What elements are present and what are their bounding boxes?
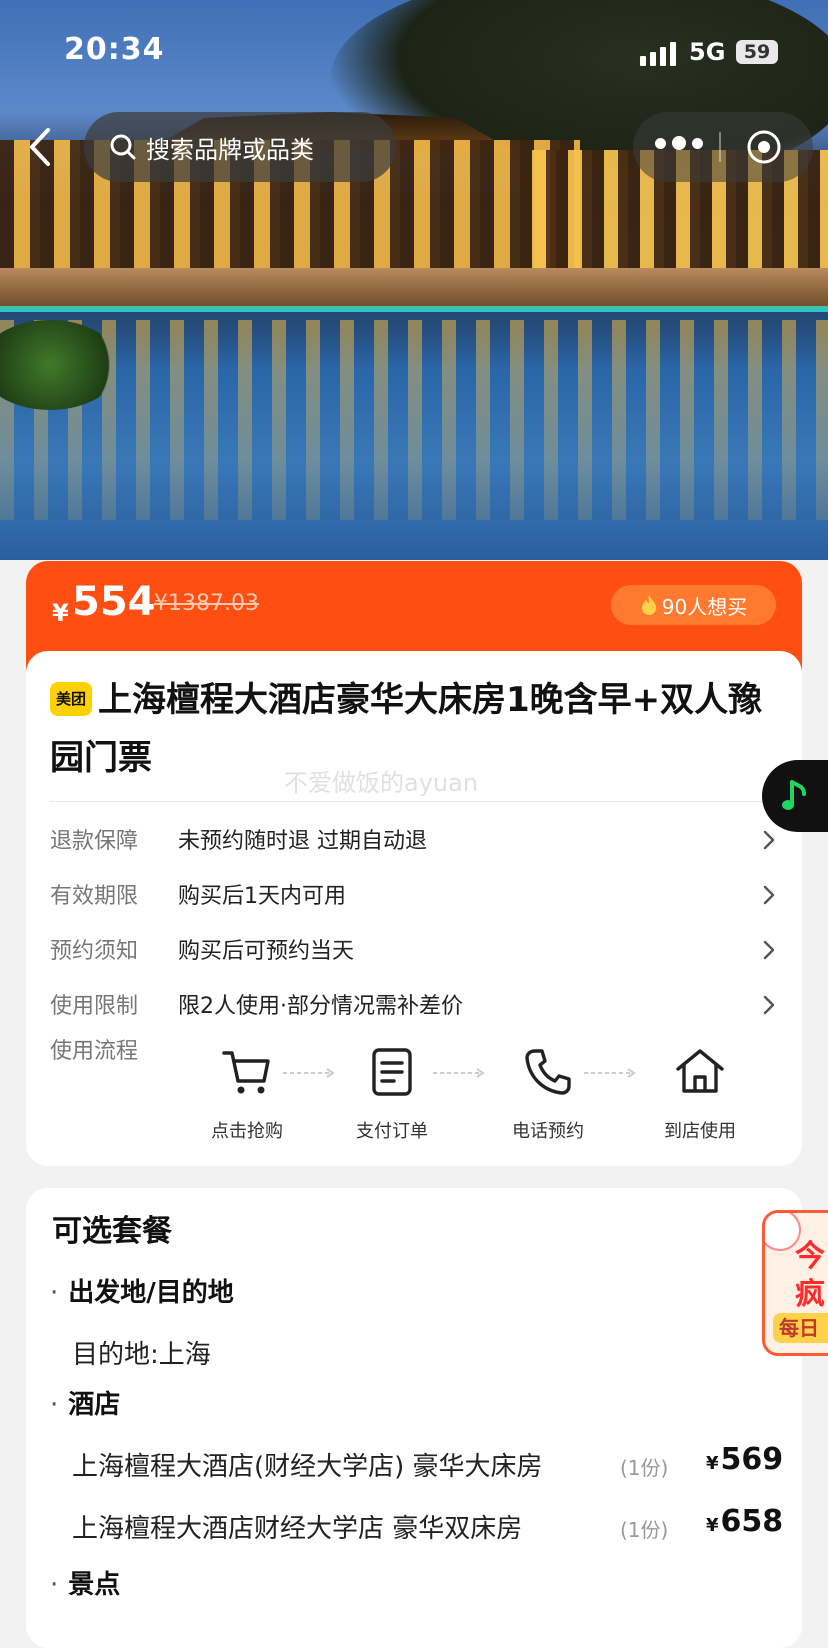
document-icon (372, 1048, 412, 1096)
info-label: 预约须知 (50, 939, 139, 964)
package-item-price: ¥658 (706, 1504, 784, 1539)
package-item-price: ¥569 (706, 1442, 784, 1477)
section-origin-destination: · 出发地/目的地 (50, 1278, 234, 1308)
chevron-right-icon (763, 830, 775, 850)
package-heading: 可选套餐 (52, 1214, 172, 1249)
search-icon (110, 134, 136, 160)
watermark-text: 不爱做饭的ayuan (284, 769, 479, 797)
mini-program-capsule[interactable] (633, 112, 813, 182)
info-value: 限2人使用·部分情况需补差价 (178, 994, 463, 1019)
package-card: 可选套餐 · 出发地/目的地 目的地:上海 · 酒店 上海檀程大酒店(财经大学店) … (26, 1188, 802, 1648)
more-icon[interactable] (655, 136, 703, 150)
flow-arrow-icon (584, 1068, 636, 1078)
music-float-button[interactable] (762, 760, 828, 832)
info-value: 购买后1天内可用 (178, 884, 346, 909)
flow-step-label: 到店使用 (664, 1121, 736, 1142)
package-item-name: 上海檀程大酒店(财经大学店) 豪华大床房 (72, 1452, 543, 1482)
signal-icon (640, 40, 680, 66)
flow-step-label: 支付订单 (356, 1121, 428, 1142)
info-row-restriction[interactable]: 使用限制 限2人使用·部分情况需补差价 (50, 988, 776, 1028)
popularity-text: 90人想买 (661, 594, 748, 619)
original-price: ¥1387.03 (154, 591, 259, 616)
promo-float-banner[interactable]: 今 疯 每日 (762, 1210, 828, 1356)
flow-step-buy: 点击抢购 (192, 1045, 302, 1143)
current-price: 554 (72, 579, 156, 625)
flow-arrow-icon (283, 1068, 335, 1078)
bridge-railing (0, 268, 828, 308)
chevron-right-icon (763, 885, 775, 905)
popularity-badge: 90人想买 (611, 585, 776, 625)
destination-line: 目的地:上海 (72, 1340, 211, 1370)
teal-light-strip (0, 306, 828, 312)
water-reflection (0, 320, 828, 520)
cart-icon (222, 1051, 270, 1094)
promo-text: 疯 (795, 1277, 825, 1312)
close-target-icon[interactable] (746, 129, 782, 165)
brand-badge: 美团 (50, 682, 92, 716)
promo-daily-label: 每日 (773, 1313, 828, 1343)
info-row-refund[interactable]: 退款保障 未预约随时退 过期自动退 (50, 823, 776, 863)
battery-indicator: 59 (736, 40, 778, 64)
music-note-icon (782, 780, 806, 810)
status-bar: 20:34 5G 59 (0, 0, 828, 100)
chevron-right-icon (763, 940, 775, 960)
package-item-qty: (1份) (620, 1456, 669, 1480)
info-label: 使用限制 (50, 994, 139, 1019)
package-item-qty: (1份) (620, 1518, 669, 1542)
network-type: 5G (689, 38, 726, 66)
search-bar[interactable]: 搜索品牌或品类 (84, 112, 396, 182)
phone-icon (525, 1049, 571, 1095)
info-row-validity[interactable]: 有效期限 购买后1天内可用 (50, 878, 776, 918)
home-icon (676, 1049, 724, 1093)
package-item-name: 上海檀程大酒店财经大学店 豪华双床房 (72, 1514, 523, 1544)
section-attraction: · 景点 (50, 1570, 121, 1600)
flow-step-call: 电话预约 (493, 1045, 603, 1143)
currency-symbol: ¥ (52, 599, 69, 627)
info-value: 未预约随时退 过期自动退 (178, 829, 427, 854)
flow-arrow-icon (433, 1068, 485, 1078)
info-label: 退款保障 (50, 829, 139, 854)
info-value: 购买后可预约当天 (178, 939, 355, 964)
back-button[interactable] (22, 122, 62, 172)
product-card: 美团 上海檀程大酒店豪华大床房1晚含早+双人豫园门票 不爱做饭的ayuan 退款保… (26, 651, 802, 1166)
status-time: 20:34 (64, 32, 165, 67)
chevron-left-icon (30, 128, 50, 166)
search-placeholder: 搜索品牌或品类 (146, 135, 314, 164)
info-row-booking[interactable]: 预约须知 购买后可预约当天 (50, 933, 776, 973)
section-hotel: · 酒店 (50, 1390, 121, 1420)
flow-step-visit: 到店使用 (645, 1045, 755, 1143)
info-label: 有效期限 (50, 884, 139, 909)
flow-step-label: 电话预约 (512, 1121, 584, 1142)
chevron-right-icon (763, 995, 775, 1015)
flow-step-label: 点击抢购 (211, 1121, 283, 1142)
usage-flow-label: 使用流程 (50, 1039, 139, 1064)
flow-step-pay: 支付订单 (337, 1045, 447, 1143)
flame-icon (641, 595, 656, 615)
